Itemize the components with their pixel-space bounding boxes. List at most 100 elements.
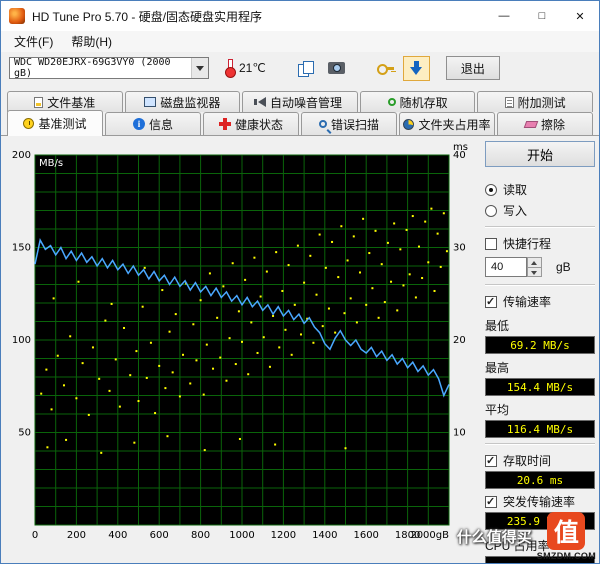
- extra-tests-icon: [505, 97, 514, 108]
- min-label: 最低: [485, 317, 595, 334]
- exit-button-label: 退出: [461, 60, 485, 77]
- benchmark-pane: 20015010050MB/s40302010ms020040060080010…: [1, 135, 599, 564]
- svg-text:30: 30: [453, 243, 466, 254]
- short-stroke-spinner: [527, 257, 542, 277]
- short-stroke-row[interactable]: 快捷行程: [485, 234, 595, 253]
- tab-label: 信息: [149, 116, 173, 133]
- screenshot-button[interactable]: [323, 56, 350, 81]
- copy-icon: [298, 61, 313, 75]
- svg-text:MB/s: MB/s: [39, 158, 63, 169]
- tab-folder-usage[interactable]: 文件夹占用率: [399, 112, 495, 135]
- drive-select[interactable]: WDC WD20EJRX-69G3VY0 (2000 gB): [9, 57, 209, 79]
- max-value: 154.4 MB/s: [485, 378, 595, 396]
- svg-text:20: 20: [453, 335, 466, 346]
- minimize-button-icon[interactable]: —: [485, 1, 523, 31]
- menu-help[interactable]: 帮助(H): [62, 31, 121, 52]
- burst-rate-checkbox[interactable]: [485, 496, 497, 508]
- tab-disk-monitor[interactable]: 磁盘监视器: [125, 91, 241, 112]
- health-cross-icon: [219, 118, 231, 130]
- svg-text:ms: ms: [453, 142, 468, 153]
- close-button-icon[interactable]: ✕: [561, 1, 599, 31]
- tab-row-2: 基准测试 信息 健康状态 错误扫描 文件夹占用率 擦除: [1, 112, 599, 135]
- copy-button[interactable]: [292, 56, 319, 81]
- app-icon[interactable]: [9, 8, 25, 24]
- transfer-rate-checkbox[interactable]: [485, 296, 497, 308]
- svg-text:400: 400: [108, 530, 127, 541]
- divider: [485, 443, 595, 445]
- short-stroke-label: 快捷行程: [503, 235, 551, 252]
- tab-benchmark[interactable]: 基准测试: [7, 110, 103, 136]
- save-results-button[interactable]: [403, 56, 430, 81]
- tab-row-1: 文件基准 磁盘监视器 自动噪音管理 随机存取 附加测试: [1, 91, 599, 112]
- short-stroke-size-row: 40 gB: [485, 257, 595, 277]
- max-label: 最高: [485, 359, 595, 376]
- menu-bar: 文件(F) 帮助(H): [1, 31, 599, 52]
- svg-text:10: 10: [453, 428, 466, 439]
- read-radio-row[interactable]: 读取: [485, 180, 595, 199]
- eraser-icon: [524, 121, 539, 128]
- svg-text:2000gB: 2000gB: [410, 530, 449, 541]
- tab-label: 文件基准: [47, 94, 95, 111]
- svg-text:100: 100: [12, 335, 31, 346]
- access-time-label: 存取时间: [503, 452, 551, 469]
- stopwatch-icon: [23, 118, 34, 129]
- svg-text:150: 150: [12, 243, 31, 254]
- avg-label: 平均: [485, 401, 595, 418]
- temperature-value: 21℃: [239, 61, 266, 75]
- access-time-row[interactable]: 存取时间: [485, 451, 595, 470]
- tab-label: 错误扫描: [331, 116, 379, 133]
- short-stroke-size-input[interactable]: 40: [485, 257, 527, 277]
- start-button[interactable]: 开始: [485, 141, 595, 167]
- download-arrow-icon: [410, 61, 423, 76]
- tab-aam[interactable]: 自动噪音管理: [242, 91, 358, 112]
- short-stroke-checkbox[interactable]: [485, 238, 497, 250]
- maximize-button-icon[interactable]: □: [523, 1, 561, 31]
- camera-icon: [328, 62, 345, 74]
- tab-label: 文件夹占用率: [418, 116, 490, 133]
- svg-text:200: 200: [67, 530, 86, 541]
- watermark-site: SMZDM.COM: [537, 551, 596, 561]
- spinner-down-icon[interactable]: [527, 267, 542, 278]
- drive-select-value: WDC WD20EJRX-69G3VY0 (2000 gB): [14, 57, 191, 79]
- divider: [485, 284, 595, 286]
- tab-random-access[interactable]: 随机存取: [360, 91, 476, 112]
- read-radio-label: 读取: [503, 181, 527, 198]
- random-access-icon: [388, 98, 396, 106]
- tab-label: 随机存取: [400, 94, 448, 111]
- svg-text:1000: 1000: [229, 530, 254, 541]
- title-bar: HD Tune Pro 5.70 - 硬盘/固态硬盘实用程序 — □ ✕: [1, 1, 599, 31]
- transfer-rate-label: 传输速率: [503, 293, 551, 310]
- tab-info[interactable]: 信息: [105, 112, 201, 135]
- pie-chart-icon: [403, 119, 414, 130]
- write-radio-row[interactable]: 写入: [485, 201, 595, 220]
- divider: [485, 226, 595, 228]
- disk-monitor-icon: [144, 97, 156, 107]
- write-radio[interactable]: [485, 205, 497, 217]
- hdtune-window: HD Tune Pro 5.70 - 硬盘/固态硬盘实用程序 — □ ✕ 文件(…: [0, 0, 600, 564]
- toolbar: WDC WD20EJRX-69G3VY0 (2000 gB) 21℃ 退出: [1, 52, 599, 86]
- spinner-up-icon[interactable]: [527, 257, 542, 267]
- tab-label: 磁盘监视器: [160, 94, 220, 111]
- tab-file-benchmark[interactable]: 文件基准: [7, 91, 123, 112]
- tab-error-scan[interactable]: 错误扫描: [301, 112, 397, 135]
- keys-icon: [377, 61, 394, 75]
- access-time-checkbox[interactable]: [485, 455, 497, 467]
- menu-file[interactable]: 文件(F): [5, 31, 62, 52]
- smzdm-logo-icon: 值: [547, 512, 585, 550]
- svg-text:1200: 1200: [271, 530, 296, 541]
- exit-button[interactable]: 退出: [446, 56, 500, 80]
- window-title: HD Tune Pro 5.70 - 硬盘/固态硬盘实用程序: [32, 8, 485, 25]
- info-icon: [133, 118, 145, 130]
- svg-text:800: 800: [191, 530, 210, 541]
- read-radio[interactable]: [485, 184, 497, 196]
- file-benchmark-icon: [34, 97, 43, 108]
- transfer-rate-row[interactable]: 传输速率: [485, 292, 595, 311]
- tab-extra-tests[interactable]: 附加测试: [477, 91, 593, 112]
- burst-rate-row[interactable]: 突发传输速率: [485, 492, 595, 511]
- tab-erase[interactable]: 擦除: [497, 112, 593, 135]
- chevron-down-icon[interactable]: [191, 58, 208, 78]
- svg-text:600: 600: [150, 530, 169, 541]
- options-button[interactable]: [372, 56, 399, 81]
- tab-health[interactable]: 健康状态: [203, 112, 299, 135]
- magnifier-icon: [319, 120, 327, 128]
